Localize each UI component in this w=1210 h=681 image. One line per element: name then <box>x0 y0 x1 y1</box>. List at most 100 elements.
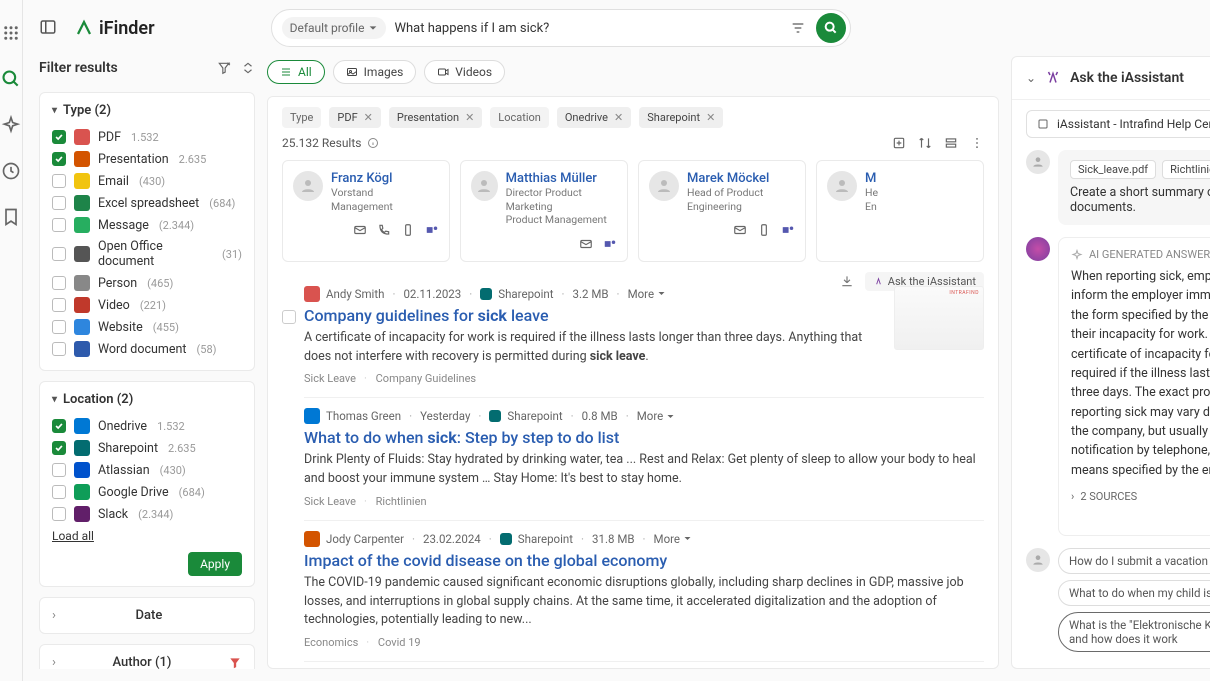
checkbox[interactable] <box>52 463 66 477</box>
facet-label: Word document <box>98 342 187 357</box>
active-filter-pill[interactable]: Presentation✕ <box>389 107 482 128</box>
mail-icon[interactable] <box>733 223 747 237</box>
checkbox[interactable] <box>52 196 66 210</box>
teams-icon[interactable] <box>425 223 439 237</box>
filter-reset-icon[interactable] <box>217 61 231 75</box>
checkbox[interactable] <box>52 276 66 290</box>
tab-images[interactable]: Images <box>333 60 417 84</box>
profile-selector[interactable]: Default profile <box>282 17 387 39</box>
mobile-icon[interactable] <box>401 223 415 237</box>
person-card[interactable]: Franz KöglVorstandManagement <box>282 160 450 262</box>
facet-row[interactable]: Google Drive (684) <box>52 481 242 503</box>
result-more[interactable]: More <box>628 287 667 301</box>
mail-icon[interactable] <box>353 223 367 237</box>
facet-row[interactable]: Person (465) <box>52 272 242 294</box>
result-more[interactable]: More <box>654 532 693 546</box>
phone-icon[interactable] <box>377 223 391 237</box>
assistant-nav-icon[interactable] <box>0 114 22 136</box>
checkbox[interactable] <box>52 507 66 521</box>
export-icon[interactable] <box>892 136 906 150</box>
search-settings-icon[interactable] <box>786 16 810 40</box>
remove-filter-icon[interactable]: ✕ <box>614 111 623 124</box>
suggestion-pill[interactable]: What to do when my child is sick <box>1058 580 1210 606</box>
help-center-chip[interactable]: iAssistant - Intrafind Help Center ⋮ <box>1026 110 1210 138</box>
facet-row[interactable]: Message (2.344) <box>52 214 242 236</box>
load-all-link[interactable]: Load all <box>52 529 94 543</box>
suggestion-pill[interactable]: What is the "Elektronische Krankmeldung"… <box>1058 612 1210 652</box>
mail-icon[interactable] <box>579 237 593 251</box>
sort-icon[interactable] <box>918 136 932 150</box>
checkbox[interactable] <box>52 342 66 356</box>
remove-filter-icon[interactable]: ✕ <box>465 111 474 124</box>
person-card[interactable]: MHeEn <box>816 160 984 262</box>
tab-videos[interactable]: Videos <box>424 60 505 84</box>
facet-row[interactable]: Onedrive 1.532 <box>52 415 242 437</box>
history-nav-icon[interactable] <box>0 160 22 182</box>
facet-row[interactable]: Word document (58) <box>52 338 242 360</box>
result-date: 02.11.2023 <box>403 287 461 301</box>
search-nav-icon[interactable] <box>0 68 22 90</box>
person-card[interactable]: Marek MöckelHead of ProductEngineering <box>638 160 806 262</box>
mobile-icon[interactable] <box>757 223 771 237</box>
file-chip[interactable]: Richtlinie.pdf <box>1162 160 1210 179</box>
panel-toggle-icon[interactable] <box>39 18 59 38</box>
bookmark-nav-icon[interactable] <box>0 206 22 228</box>
search-button[interactable] <box>816 13 846 43</box>
checkbox[interactable] <box>52 419 66 433</box>
tab-all[interactable]: All <box>267 60 325 84</box>
person-card[interactable]: Matthias MüllerDirector Product Marketin… <box>460 160 628 262</box>
filter-title: Filter results <box>39 60 118 76</box>
suggestions: How do I submit a vacation request? What… <box>1026 548 1210 652</box>
apply-button[interactable]: Apply <box>188 552 242 576</box>
result-source: Sharepoint <box>507 409 562 423</box>
facet-row[interactable]: Website (455) <box>52 316 242 338</box>
checkbox[interactable] <box>52 441 66 455</box>
facet-row[interactable]: Presentation 2.635 <box>52 148 242 170</box>
person-name: Matthias Müller <box>506 171 617 186</box>
teams-icon[interactable] <box>781 223 795 237</box>
checkbox[interactable] <box>52 320 66 334</box>
facet-row[interactable]: Open Office document (31) <box>52 236 242 272</box>
checkbox[interactable] <box>52 130 66 144</box>
result-title[interactable]: What to do when sick: Step by step to do… <box>304 428 984 447</box>
facet-row[interactable]: Slack (2.344) <box>52 503 242 525</box>
assistant-collapse-icon[interactable]: ⌄ <box>1026 71 1036 85</box>
checkbox[interactable] <box>52 298 66 312</box>
facet-row[interactable]: Excel spreadsheet (684) <box>52 192 242 214</box>
layout-icon[interactable] <box>944 136 958 150</box>
checkbox[interactable] <box>52 485 66 499</box>
facet-author[interactable]: ›Author (1) <box>39 644 255 669</box>
result-thumbnail[interactable]: INTRAFIND <box>894 286 984 350</box>
checkbox[interactable] <box>52 247 66 261</box>
active-filter-pill[interactable]: Onedrive✕ <box>557 107 631 128</box>
teams-icon[interactable] <box>603 237 617 251</box>
file-chip[interactable]: Sick_leave.pdf <box>1070 160 1156 179</box>
facet-row[interactable]: Sharepoint 2.635 <box>52 437 242 459</box>
facet-row[interactable]: PDF 1.532 <box>52 126 242 148</box>
result-date: 23.02.2024 <box>423 532 481 546</box>
apps-grid-icon[interactable] <box>0 22 22 44</box>
sources-toggle[interactable]: ›2 SOURCES <box>1071 490 1210 503</box>
checkbox[interactable] <box>52 174 66 188</box>
checkbox[interactable] <box>52 218 66 232</box>
result-title[interactable]: Impact of the covid disease on the globa… <box>304 551 984 570</box>
result-more[interactable]: More <box>637 409 676 423</box>
active-filter-pill[interactable]: Sharepoint✕ <box>639 107 723 128</box>
facet-location-title[interactable]: ▾Location (2) <box>52 392 242 407</box>
suggestion-pill[interactable]: How do I submit a vacation request? <box>1058 548 1210 574</box>
download-icon[interactable] <box>840 274 854 288</box>
checkbox[interactable] <box>52 152 66 166</box>
remove-filter-icon[interactable]: ✕ <box>364 111 373 124</box>
result-checkbox[interactable] <box>282 310 296 324</box>
search-input[interactable] <box>394 21 777 36</box>
facet-row[interactable]: Atlassian (430) <box>52 459 242 481</box>
remove-filter-icon[interactable]: ✕ <box>706 111 715 124</box>
collapse-all-icon[interactable] <box>241 61 255 75</box>
facet-row[interactable]: Email (430) <box>52 170 242 192</box>
more-icon[interactable] <box>970 136 984 150</box>
active-filter-pill[interactable]: PDF✕ <box>329 107 380 128</box>
facet-date[interactable]: ›Date <box>39 597 255 634</box>
facet-type-title[interactable]: ▾Type (2) <box>52 103 242 118</box>
result-title[interactable]: Company guidelines for sick leave <box>304 306 984 325</box>
facet-row[interactable]: Video (221) <box>52 294 242 316</box>
